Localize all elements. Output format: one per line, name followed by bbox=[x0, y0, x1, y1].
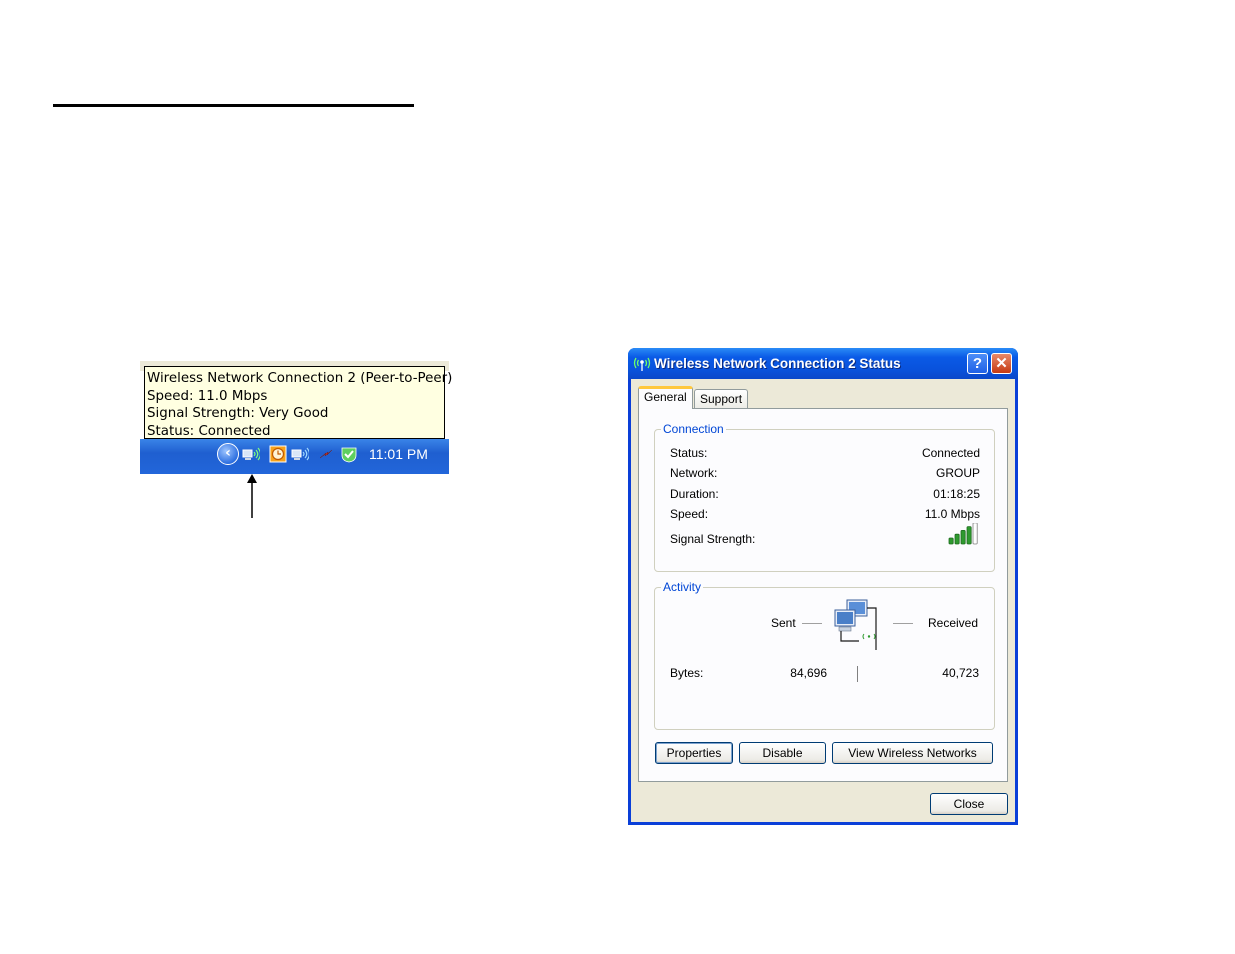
tab-support[interactable]: Support bbox=[694, 389, 749, 409]
tooltip-line-signal: Signal Strength: Very Good bbox=[147, 406, 329, 422]
network-computers-icon bbox=[834, 599, 877, 650]
view-wireless-networks-button[interactable]: View Wireless Networks bbox=[832, 742, 993, 764]
sent-line bbox=[802, 623, 822, 624]
signal-bar bbox=[960, 530, 966, 545]
status-dialog: Wireless Network Connection 2 Status ? ✕… bbox=[628, 348, 1018, 825]
close-button[interactable]: Close bbox=[930, 793, 1008, 815]
taskbar-snippet: Wireless Network Connection 2 (Peer-to-P… bbox=[140, 361, 453, 474]
bytes-label: Bytes: bbox=[670, 666, 704, 680]
status-label: Status: bbox=[670, 446, 708, 460]
pointer-arrow bbox=[247, 474, 257, 518]
wireless-antenna-icon bbox=[633, 357, 651, 371]
tooltip-line-connection: Wireless Network Connection 2 (Peer-to-P… bbox=[147, 371, 453, 386]
activity-group: Activity Sent Received Bytes: 84,696 40,… bbox=[654, 580, 995, 730]
title-bar[interactable]: Wireless Network Connection 2 Status ? ✕ bbox=[628, 348, 1018, 379]
network-tooltip: Wireless Network Connection 2 (Peer-to-P… bbox=[144, 366, 453, 439]
duration-value: 01:18:25 bbox=[933, 487, 980, 501]
signal-strength-label: Signal Strength: bbox=[670, 532, 756, 546]
clock-app-icon[interactable] bbox=[269, 445, 287, 463]
signal-bar bbox=[948, 537, 954, 545]
speed-value: 11.0 Mbps bbox=[924, 507, 980, 521]
tab-general[interactable]: General bbox=[638, 386, 693, 409]
bytes-sent-value: 84,696 bbox=[790, 666, 827, 680]
speed-label: Speed: bbox=[670, 507, 709, 521]
taskbar-clock[interactable]: 11:01 PM bbox=[369, 446, 428, 462]
tooltip-line-status: Status: Connected bbox=[147, 423, 271, 439]
bytes-received-value: 40,723 bbox=[942, 666, 979, 680]
network-label: Network: bbox=[670, 466, 718, 480]
horizontal-rule bbox=[53, 104, 414, 107]
activity-group-title: Activity bbox=[661, 580, 704, 594]
network-value: GROUP bbox=[935, 466, 980, 480]
received-line bbox=[893, 623, 913, 624]
signal-strength-icon bbox=[948, 523, 978, 545]
system-tray: ‹ 11:01 PM bbox=[140, 439, 449, 474]
duration-label: Duration: bbox=[670, 487, 719, 501]
disable-button[interactable]: Disable bbox=[739, 742, 826, 764]
bytes-divider bbox=[857, 666, 858, 682]
tooltip-line-speed: Speed: 11.0 Mbps bbox=[147, 388, 268, 404]
wireless-network-icon[interactable] bbox=[291, 445, 309, 463]
help-button[interactable]: ? bbox=[967, 353, 988, 374]
wireless-network-icon[interactable] bbox=[242, 445, 260, 463]
properties-button[interactable]: Properties bbox=[655, 742, 733, 764]
status-value: Connected bbox=[921, 446, 980, 460]
connection-group-title: Connection bbox=[661, 422, 726, 436]
dialog-body: General Support Connection Status: Conne… bbox=[631, 379, 1015, 822]
dialog-title: Wireless Network Connection 2 Status bbox=[654, 356, 901, 371]
sent-label: Sent bbox=[771, 616, 796, 630]
received-label: Received bbox=[928, 616, 979, 630]
signal-bar bbox=[954, 533, 960, 545]
general-tab-panel: Connection Status: Connected Network: GR… bbox=[638, 408, 1008, 782]
connection-group: Connection Status: Connected Network: GR… bbox=[654, 422, 995, 572]
signal-bar bbox=[966, 526, 972, 545]
power-icon[interactable] bbox=[317, 445, 335, 463]
show-hidden-icons-icon[interactable]: ‹ bbox=[217, 443, 239, 465]
security-check-icon[interactable] bbox=[340, 445, 358, 463]
signal-bar bbox=[972, 523, 978, 545]
title-close-button[interactable]: ✕ bbox=[991, 353, 1012, 374]
